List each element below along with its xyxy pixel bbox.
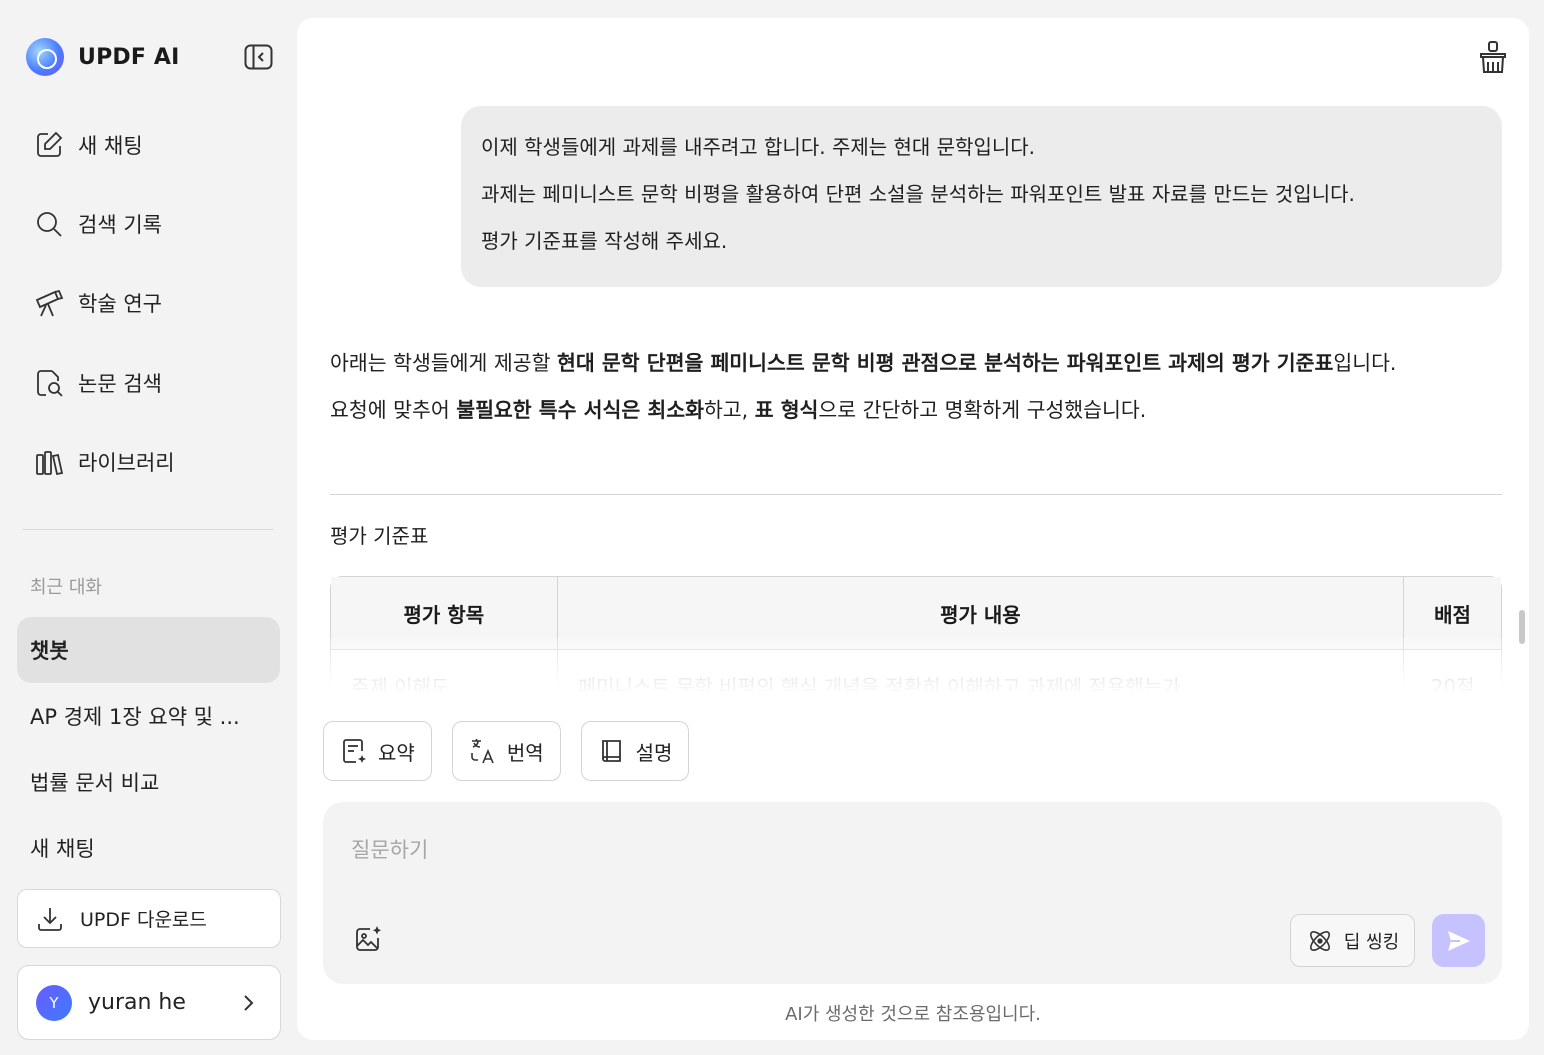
- user-name: yuran he: [88, 990, 186, 1015]
- nav-label: 새 채팅: [78, 134, 143, 158]
- scrollbar-thumb[interactable]: [1519, 610, 1525, 644]
- table-header-row: 평가 항목 평가 내용 배점: [331, 577, 1501, 650]
- telescope-icon: [35, 289, 64, 317]
- summary-button[interactable]: 요약: [323, 721, 432, 781]
- answer-divider: [330, 494, 1502, 495]
- app-title: UPDF AI: [78, 44, 180, 70]
- image-upload-icon[interactable]: [353, 924, 383, 954]
- table-header: 평가 내용: [557, 577, 1405, 650]
- user-profile-card[interactable]: Y yuran he: [17, 965, 281, 1040]
- rubric-title: 평가 기준표: [330, 524, 429, 548]
- quick-action-label: 요약: [378, 740, 415, 765]
- nav-label: 논문 검색: [78, 372, 162, 396]
- nav-new-chat[interactable]: 새 채팅: [34, 125, 274, 165]
- nav-academic-research[interactable]: 학술 연구: [34, 283, 274, 323]
- nav-paper-search[interactable]: 논문 검색: [34, 363, 274, 403]
- answer-paragraph: 아래는 학생들에게 제공할 현대 문학 단편을 페미니스트 문학 비평 관점으로…: [330, 340, 1502, 387]
- table-row: 주제 이해도 페미니스트 문학 비평의 핵심 개념을 정확히 이해하고 과제에 …: [331, 650, 1501, 691]
- nav-search-history[interactable]: 검색 기록: [34, 204, 274, 244]
- nav-label: 검색 기록: [78, 213, 162, 237]
- deep-thinking-button[interactable]: 딥 씽킹: [1290, 914, 1415, 967]
- clear-chat-icon[interactable]: [1477, 40, 1509, 74]
- quick-actions: 요약 번역 설명: [323, 721, 690, 781]
- nav-label: 학술 연구: [78, 292, 162, 316]
- library-icon: [36, 451, 64, 476]
- download-updf-button[interactable]: UPDF 다운로드: [17, 889, 281, 948]
- ai-answer: 아래는 학생들에게 제공할 현대 문학 단편을 페미니스트 문학 비평 관점으로…: [330, 340, 1502, 434]
- answer-bold-text: 표 형식: [754, 398, 819, 422]
- table-cell: 페미니스트 문학 비평의 핵심 개념을 정확히 이해하고 과제에 적용했는가: [558, 650, 1405, 691]
- quick-action-label: 번역: [506, 740, 544, 765]
- answer-text: 입니다.: [1333, 351, 1397, 375]
- user-message-line: 평가 기준표를 작성해 주세요.: [481, 229, 728, 253]
- send-button[interactable]: [1432, 914, 1485, 967]
- nav-label: 라이브러리: [78, 451, 175, 475]
- table-header: 평가 항목: [331, 577, 558, 650]
- brand[interactable]: UPDF AI: [26, 38, 180, 76]
- nav-library[interactable]: 라이브러리: [34, 442, 274, 482]
- sidebar: UPDF AI 새 채팅 검색 기록 학술 연구 논문 검색 라이브러리 최근 …: [0, 0, 297, 1055]
- translate-button[interactable]: 번역: [451, 721, 561, 781]
- send-icon: [1447, 930, 1470, 951]
- deep-thinking-label: 딥 씽킹: [1343, 931, 1400, 953]
- paper-search-icon: [37, 370, 63, 397]
- translate-icon: [471, 739, 494, 764]
- chevron-right-icon: [244, 995, 254, 1011]
- table-header: 배점: [1404, 577, 1501, 650]
- answer-bold-text: 현대 문학 단편을 페미니스트 문학 비평 관점으로 분석하는 파워포인트 과제…: [557, 351, 1334, 375]
- user-message-bubble: 이제 학생들에게 과제를 내주려고 합니다. 주제는 현대 문학입니다. 과제는…: [461, 106, 1502, 287]
- recent-chat-item[interactable]: AP 경제 1장 요약 및 ...: [17, 683, 280, 749]
- recent-chat-item[interactable]: 챗봇: [17, 617, 280, 683]
- answer-paragraph: 요청에 맞추어 불필요한 특수 서식은 최소화하고, 표 형식으로 간단하고 명…: [330, 387, 1502, 434]
- chat-panel: 이제 학생들에게 과제를 내주려고 합니다. 주제는 현대 문학입니다. 과제는…: [297, 18, 1529, 1040]
- explain-button[interactable]: 설명: [580, 721, 690, 781]
- quick-action-label: 설명: [635, 740, 673, 765]
- updf-logo-icon: [26, 38, 64, 76]
- search-icon: [37, 212, 62, 237]
- avatar: Y: [36, 984, 72, 1021]
- user-message-line: 이제 학생들에게 과제를 내주려고 합니다. 주제는 현대 문학입니다.: [481, 135, 1036, 159]
- answer-text: 아래는 학생들에게 제공할: [330, 351, 558, 375]
- sidebar-divider: [22, 529, 274, 530]
- edit-icon: [37, 131, 63, 157]
- rubric-table-container: 평가 항목 평가 내용 배점 주제 이해도 페미니스트 문학 비평의 핵심 개념…: [330, 576, 1502, 691]
- recent-chat-item[interactable]: 법률 문서 비교: [17, 749, 280, 815]
- book-icon: [601, 740, 621, 762]
- table-cell: 20점: [1430, 674, 1475, 692]
- atom-icon: [1309, 930, 1330, 951]
- answer-text: 하고,: [703, 398, 755, 422]
- summary-icon: [343, 739, 366, 763]
- ai-disclaimer: AI가 생성한 것으로 참조용입니다.: [785, 1004, 1041, 1025]
- user-message-line: 과제는 페미니스트 문학 비평을 활용하여 단편 소설을 분석하는 파워포인트 …: [481, 182, 1355, 206]
- chat-input-box[interactable]: 질문하기 딥 씽킹: [323, 802, 1502, 984]
- answer-text: 요청에 맞추어: [330, 398, 457, 422]
- table-cell: 주제 이해도: [331, 650, 558, 691]
- chat-input-placeholder[interactable]: 질문하기: [351, 834, 428, 864]
- answer-bold-text: 불필요한 특수 서식은 최소화: [456, 398, 704, 422]
- download-icon: [38, 907, 62, 931]
- recent-chats-title: 최근 대화: [30, 577, 102, 598]
- answer-text: 으로 간단하고 명확하게 구성했습니다.: [818, 398, 1147, 422]
- recent-chat-item[interactable]: 새 채팅: [17, 815, 280, 881]
- collapse-sidebar-icon[interactable]: [244, 44, 273, 70]
- download-label: UPDF 다운로드: [80, 909, 207, 931]
- rubric-table: 평가 항목 평가 내용 배점 주제 이해도 페미니스트 문학 비평의 핵심 개념…: [330, 576, 1502, 691]
